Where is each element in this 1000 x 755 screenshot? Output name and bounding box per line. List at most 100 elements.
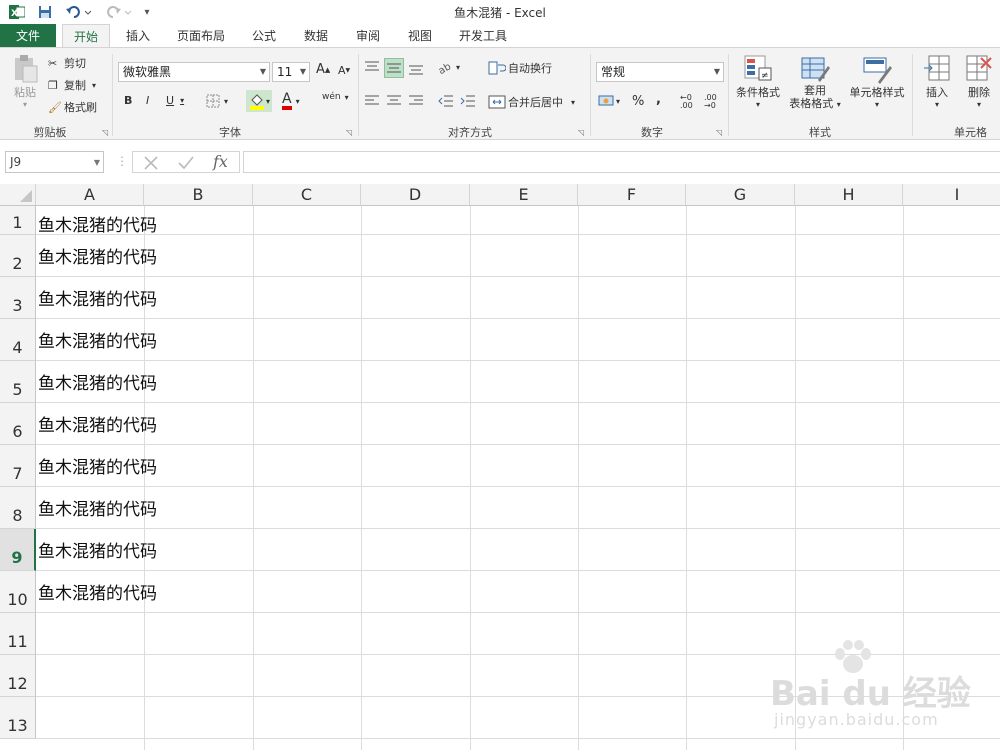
insert-function-icon[interactable]: fx: [213, 152, 228, 171]
decrease-decimal-label: .00 →0: [704, 93, 717, 110]
comma-button[interactable]: ,: [656, 92, 661, 107]
font-name-box[interactable]: 微软雅黑 ▼: [118, 62, 270, 82]
column-header-b[interactable]: B: [144, 184, 253, 206]
column-header-h[interactable]: H: [795, 184, 903, 206]
select-all-corner[interactable]: [0, 184, 36, 206]
tab-formulas[interactable]: 公式: [244, 24, 284, 48]
font-launcher-icon[interactable]: ◹: [346, 128, 352, 137]
align-right-button[interactable]: [408, 94, 424, 108]
delete-cells-button[interactable]: 删除 ▾: [960, 54, 998, 109]
column-header-g[interactable]: G: [686, 184, 795, 206]
comma-label: ,: [656, 92, 661, 107]
italic-button[interactable]: I: [146, 94, 149, 107]
tab-file[interactable]: 文件: [0, 24, 56, 48]
chevron-down-icon: ▼: [299, 67, 306, 76]
cell-a1[interactable]: 鱼木混猪的代码: [38, 211, 157, 236]
align-bottom-button[interactable]: [408, 62, 424, 76]
cell-a8[interactable]: 鱼木混猪的代码: [38, 495, 157, 520]
column-header-a[interactable]: A: [36, 184, 144, 206]
tab-data[interactable]: 数据: [296, 24, 336, 48]
fill-color-button[interactable]: ▾: [246, 90, 273, 112]
cell-a10[interactable]: 鱼木混猪的代码: [38, 579, 157, 604]
cell-a9[interactable]: 鱼木混猪的代码: [38, 537, 157, 562]
cell-a7[interactable]: 鱼木混猪的代码: [38, 453, 157, 478]
tab-insert[interactable]: 插入: [116, 24, 160, 48]
clipboard-launcher-icon[interactable]: ◹: [102, 128, 108, 137]
cancel-icon[interactable]: [143, 155, 159, 171]
phonetic-button[interactable]: wén ▾: [322, 92, 349, 102]
merge-center-button[interactable]: 合并后居中 ▾: [488, 94, 575, 110]
underline-button[interactable]: U ▾: [166, 94, 184, 107]
decrease-indent-button[interactable]: [438, 94, 454, 108]
align-bottom-icon: [409, 65, 423, 75]
tab-home[interactable]: 开始: [62, 24, 110, 48]
font-name-value: 微软雅黑: [123, 65, 172, 79]
delete-cells-icon: [966, 55, 992, 81]
tab-page-layout[interactable]: 页面布局: [170, 24, 232, 48]
cut-label: 剪切: [64, 57, 86, 70]
row-header-3[interactable]: 3: [0, 277, 36, 319]
align-top-button[interactable]: [364, 60, 380, 74]
row-header-5[interactable]: 5: [0, 361, 36, 403]
orientation-button[interactable]: ab ▾: [438, 60, 460, 74]
align-center-button[interactable]: [386, 94, 402, 108]
column-header-i[interactable]: I: [903, 184, 1000, 206]
tab-review[interactable]: 审阅: [348, 24, 388, 48]
shrink-font-button[interactable]: A ▼: [338, 64, 350, 77]
align-left-button[interactable]: [364, 94, 380, 108]
paste-button[interactable]: 粘贴 ▾: [8, 54, 42, 114]
ribbon-tabs: 文件 开始 插入 页面布局 公式 数据 审阅 视图 开发工具: [0, 24, 1000, 48]
row-header-8[interactable]: 8: [0, 487, 36, 529]
increase-indent-button[interactable]: [460, 94, 476, 108]
number-launcher-icon[interactable]: ◹: [716, 128, 722, 137]
align-middle-button[interactable]: [384, 58, 404, 78]
column-header-e[interactable]: E: [470, 184, 578, 206]
decrease-decimal-button[interactable]: .00 →0: [704, 94, 724, 110]
font-size-box[interactable]: 11 ▼: [272, 62, 310, 82]
increase-decimal-button[interactable]: ←0 .00: [680, 94, 700, 110]
name-box[interactable]: J9 ▼: [5, 151, 104, 173]
bold-button[interactable]: B: [124, 94, 132, 107]
grow-font-button[interactable]: A ▲: [316, 62, 330, 77]
wrap-text-button[interactable]: 自动换行: [488, 60, 552, 76]
tab-developer[interactable]: 开发工具: [452, 24, 514, 48]
accounting-format-button[interactable]: ▾: [598, 94, 620, 108]
percent-button[interactable]: %: [632, 94, 644, 109]
cell-a4[interactable]: 鱼木混猪的代码: [38, 327, 157, 352]
row-header-2[interactable]: 2: [0, 235, 36, 277]
row-header-6[interactable]: 6: [0, 403, 36, 445]
row-header-4[interactable]: 4: [0, 319, 36, 361]
cell-styles-button[interactable]: 单元格样式 ▾: [846, 54, 908, 109]
column-header-d[interactable]: D: [361, 184, 470, 206]
format-painter-button[interactable]: 🖌 格式刷: [48, 98, 97, 116]
column-header-f[interactable]: F: [578, 184, 686, 206]
borders-button[interactable]: ▾: [206, 94, 228, 108]
cell-a5[interactable]: 鱼木混猪的代码: [38, 369, 157, 394]
row-header-1[interactable]: 1: [0, 206, 36, 235]
cell-styles-icon: [863, 57, 892, 84]
gridline: [36, 570, 1000, 571]
confirm-icon[interactable]: [177, 155, 195, 171]
row-header-12[interactable]: 12: [0, 655, 36, 697]
formula-input[interactable]: [243, 151, 1000, 173]
font-color-button[interactable]: A ▾: [282, 92, 300, 110]
conditional-format-button[interactable]: ≠ 条件格式 ▾: [732, 54, 784, 109]
cut-button[interactable]: ✂ 剪切: [48, 54, 86, 72]
column-header-c[interactable]: C: [253, 184, 361, 206]
row-header-10[interactable]: 10: [0, 571, 36, 613]
alignment-launcher-icon[interactable]: ◹: [578, 128, 584, 137]
number-format-box[interactable]: 常规 ▼: [596, 62, 724, 82]
copy-button[interactable]: ❐ 复制 ▾: [48, 76, 96, 94]
row-header-13[interactable]: 13: [0, 697, 36, 739]
format-as-table-button[interactable]: 套用 表格格式 ▾: [786, 54, 844, 111]
cell-a6[interactable]: 鱼木混猪的代码: [38, 411, 157, 436]
cell-a2[interactable]: 鱼木混猪的代码: [38, 243, 157, 268]
row-header-7[interactable]: 7: [0, 445, 36, 487]
align-middle-icon: [387, 63, 401, 73]
tab-view[interactable]: 视图: [400, 24, 440, 48]
cell-a3[interactable]: 鱼木混猪的代码: [38, 285, 157, 310]
insert-cells-button[interactable]: 插入 ▾: [918, 54, 956, 109]
gridline: [36, 612, 1000, 613]
row-header-11[interactable]: 11: [0, 613, 36, 655]
row-header-9[interactable]: 9: [0, 529, 36, 571]
